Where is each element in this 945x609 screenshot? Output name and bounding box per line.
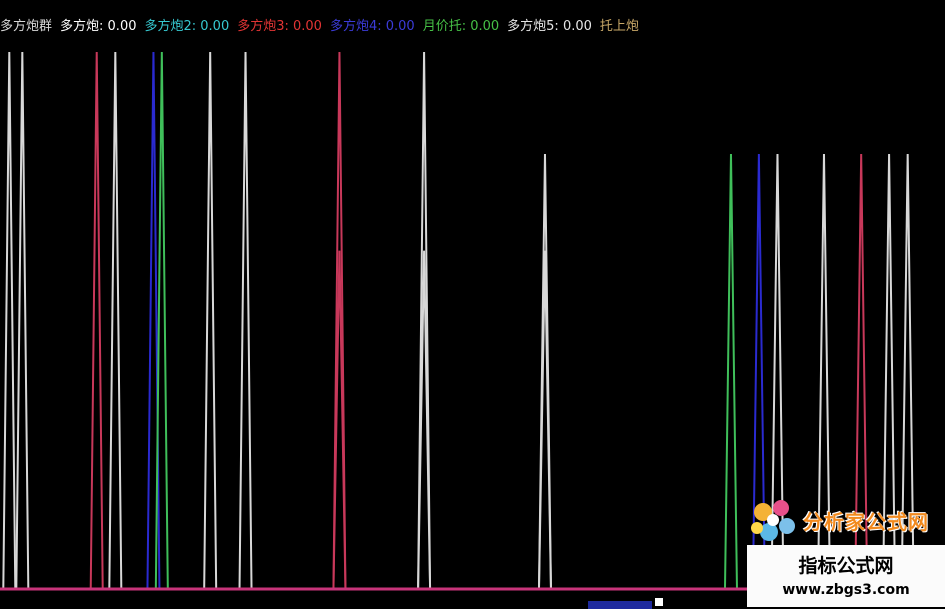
legend-item: 托上炮	[599, 19, 639, 34]
legend-value: 0.00	[466, 19, 500, 34]
spike-red-2	[89, 51, 104, 590]
legend-item: 多方炮群	[0, 19, 53, 34]
legend-item: 多方炮3: 0.00	[237, 19, 322, 34]
legend-item: 月价托: 0.00	[422, 19, 500, 34]
flower-logo-icon	[751, 500, 795, 541]
spike-white-7	[238, 51, 253, 590]
legend-item: 多方炮4: 0.00	[329, 19, 415, 34]
spike-white-1	[15, 51, 30, 590]
legend-item: 多方炮: 0.00	[60, 19, 137, 34]
legend-value: 0.00	[381, 19, 415, 34]
legend-value: 0.00	[103, 19, 137, 34]
spike-white-0	[2, 51, 17, 590]
watermark-title: 指标公式网	[798, 555, 894, 577]
spike-white-13	[537, 154, 552, 590]
watermark-url: www.zbgs3.com	[782, 582, 910, 598]
scroll-indicator[interactable]	[588, 601, 652, 609]
watermark-brand: 分析家公式网	[747, 496, 943, 548]
spike-white-3	[108, 51, 123, 590]
legend-value: 0.00	[288, 19, 322, 34]
indicator-legend: 多方炮群 多方炮: 0.00 多方炮2: 0.00 多方炮3: 0.00 多方炮4: 0…	[0, 14, 639, 40]
spike-red-9	[332, 51, 347, 590]
cursor-marker	[655, 598, 663, 606]
legend-item: 多方炮2: 0.00	[144, 19, 230, 34]
spike-green-5	[154, 51, 169, 590]
spike-white-6	[203, 51, 218, 590]
legend-item: 多方炮5: 0.00	[507, 19, 592, 34]
legend-value: 0.00	[196, 19, 230, 34]
legend-value: 0.00	[558, 19, 592, 34]
watermark-brand-text: 分析家公式网	[803, 510, 929, 534]
spike-green-14	[723, 154, 738, 590]
spike-white-11	[417, 51, 432, 590]
watermark-box: 指标公式网 www.zbgs3.com	[747, 545, 945, 607]
